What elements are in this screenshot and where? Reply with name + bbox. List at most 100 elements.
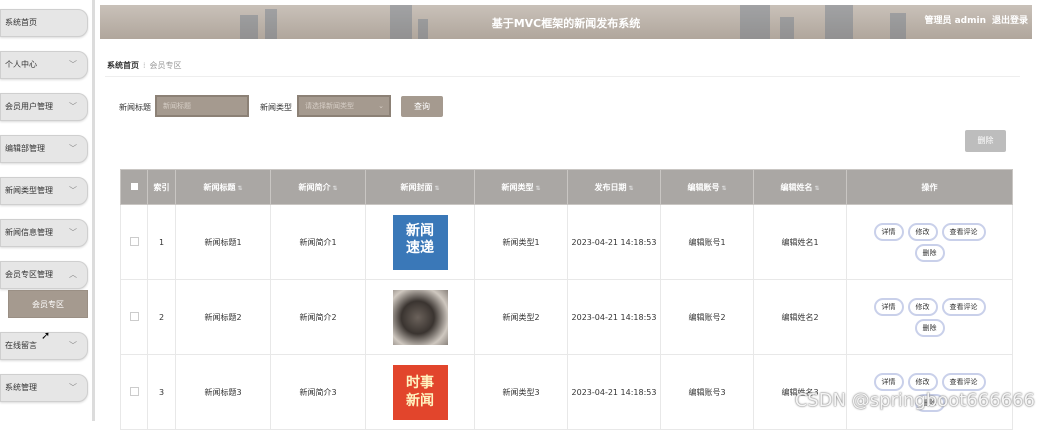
sort-icon[interactable]: ⇅ <box>721 185 726 192</box>
detail-button[interactable]: 详情 <box>873 372 904 391</box>
index-cell: 3 <box>147 354 176 430</box>
user-label: 管理员 admin <box>924 16 986 26</box>
chevron-down-icon: ﹀ <box>69 102 77 111</box>
divider <box>105 76 1020 77</box>
cover-cell: 新闻 速递 <box>365 204 475 280</box>
news-cover-image[interactable] <box>392 289 448 345</box>
row-checkbox[interactable] <box>129 386 139 396</box>
detail-button[interactable]: 详情 <box>873 297 904 316</box>
column-header-label: 发布日期 <box>594 182 627 192</box>
breadcrumb-current: 会员专区 <box>149 61 182 70</box>
breadcrumb: 系统首页 ⁞ 会员专区 <box>107 60 182 71</box>
edit-button[interactable]: 修改 <box>907 297 938 316</box>
chevron-down-icon: ﹀ <box>69 186 77 195</box>
breadcrumb-separator: ⁞ <box>143 61 146 70</box>
table-row: 1 新闻标题1 新闻简介1 新闻 速递 新闻类型1 2023-04-21 14:… <box>120 204 1013 280</box>
column-header[interactable]: 新闻类型 ⇅ <box>474 169 568 205</box>
view-comments-button[interactable]: 查看评论 <box>941 222 986 241</box>
sidebar-item-member-zone[interactable]: 会员专区管理 ︿ <box>0 261 88 289</box>
sidebar-item-label: 个人中心 <box>5 60 37 69</box>
sidebar-item-home[interactable]: 系统首页 <box>0 9 88 37</box>
chevron-down-icon: ﹀ <box>69 341 77 350</box>
sort-icon[interactable]: ⇅ <box>628 185 633 192</box>
column-header[interactable]: 新闻简介 ⇅ <box>270 169 366 205</box>
header-user-area: 管理员 admin 退出登录 <box>918 13 1028 26</box>
sidebar-subitem-member-zone[interactable]: 会员专区 <box>8 290 88 318</box>
table-row: 2 新闻标题2 新闻简介2 新闻类型2 2023-04-21 14:18:53 … <box>120 279 1013 355</box>
sidebar-item-news-types[interactable]: 新闻类型管理 ﹀ <box>0 177 88 205</box>
column-header[interactable]: 发布日期 ⇅ <box>567 169 661 205</box>
view-comments-button[interactable]: 查看评论 <box>941 297 986 316</box>
sidebar-item-label: 编辑部管理 <box>5 144 45 153</box>
sidebar-item-news-info[interactable]: 新闻信息管理 ﹀ <box>0 219 88 247</box>
sort-icon[interactable]: ⇅ <box>332 185 337 192</box>
cover-text: 时事 新闻 <box>406 374 434 409</box>
sidebar-item-label: 系统管理 <box>5 383 37 392</box>
row-checkbox[interactable] <box>129 236 139 246</box>
column-header[interactable]: 新闻标题 ⇅ <box>175 169 271 205</box>
index-cell: 1 <box>147 204 176 280</box>
sidebar-item-personal-center[interactable]: 个人中心 ﹀ <box>0 51 88 79</box>
edit-button[interactable]: 修改 <box>907 222 938 241</box>
logout-link[interactable]: 退出登录 <box>992 16 1028 26</box>
actions-cell: 详情 修改 查看评论删除 <box>846 279 1013 355</box>
type-cell: 新闻类型3 <box>474 354 568 430</box>
row-actions: 详情 修改 查看评论删除 <box>860 222 1000 262</box>
chevron-down-icon: ﹀ <box>69 383 77 392</box>
account-cell: 编辑账号2 <box>660 279 754 355</box>
mouse-cursor-icon: ➚ <box>41 329 51 342</box>
select-all-checkbox[interactable] <box>130 182 138 190</box>
column-header-label: 编辑账号 <box>687 182 720 192</box>
sidebar-item-editorial[interactable]: 编辑部管理 ﹀ <box>0 135 88 163</box>
sidebar: 系统首页 个人中心 ﹀ 会员用户管理 ﹀ 编辑部管理 ﹀ 新闻类型管理 ﹀ 新闻信息管理… <box>0 0 95 421</box>
news-title-label: 新闻标题 <box>119 103 151 112</box>
column-header-label: 新闻封面 <box>400 182 433 192</box>
cover-text: 新闻 速递 <box>406 222 434 256</box>
column-header-label: 操作 <box>921 182 938 192</box>
view-comments-button[interactable]: 查看评论 <box>941 372 986 391</box>
date-cell: 2023-04-21 14:18:53 <box>567 204 661 280</box>
sidebar-item-label: 会员专区管理 <box>5 270 53 279</box>
query-button[interactable]: 查询 <box>401 96 443 117</box>
edit-button[interactable]: 修改 <box>907 372 938 391</box>
column-header[interactable]: 编辑账号 ⇅ <box>660 169 754 205</box>
breadcrumb-home[interactable]: 系统首页 <box>107 61 139 70</box>
sidebar-item-member-users[interactable]: 会员用户管理 ﹀ <box>0 93 88 121</box>
account-cell: 编辑账号3 <box>660 354 754 430</box>
summary-cell: 新闻简介1 <box>270 204 366 280</box>
sidebar-item-label: 新闻类型管理 <box>5 186 53 195</box>
sort-icon[interactable]: ⇅ <box>237 185 242 192</box>
delete-button[interactable]: 删除 <box>914 243 945 262</box>
title-cell: 新闻标题2 <box>175 279 271 355</box>
row-select-cell[interactable] <box>120 279 148 355</box>
summary-cell: 新闻简介3 <box>270 354 366 430</box>
title-cell: 新闻标题1 <box>175 204 271 280</box>
delete-button[interactable]: 删除 <box>914 318 945 337</box>
date-cell: 2023-04-21 14:18:53 <box>567 279 661 355</box>
news-title-input[interactable]: 新闻标题 <box>155 95 249 117</box>
news-cover-image[interactable]: 时事 新闻 <box>392 364 448 420</box>
row-checkbox[interactable] <box>129 311 139 321</box>
sort-icon[interactable]: ⇅ <box>535 185 540 192</box>
batch-delete-button[interactable]: 删除 <box>965 130 1006 152</box>
news-type-select[interactable]: 请选择新闻类型 ⌄ <box>297 95 391 117</box>
sort-icon[interactable]: ⇅ <box>434 185 439 192</box>
header-banner: 基于MVC框架的新闻发布系统 管理员 admin 退出登录 <box>100 5 1032 39</box>
news-cover-image[interactable]: 新闻 速递 <box>392 214 448 270</box>
account-cell: 编辑账号1 <box>660 204 754 280</box>
row-select-cell[interactable] <box>120 354 148 430</box>
column-header: 索引 <box>147 169 176 205</box>
sidebar-item-system[interactable]: 系统管理 ﹀ <box>0 374 88 402</box>
row-select-cell[interactable] <box>120 204 148 280</box>
column-header[interactable]: 编辑姓名 ⇅ <box>753 169 847 205</box>
row-actions: 详情 修改 查看评论删除 <box>860 297 1000 337</box>
chevron-down-icon: ⌄ <box>378 102 384 110</box>
column-header[interactable]: 新闻封面 ⇅ <box>365 169 475 205</box>
title-cell: 新闻标题3 <box>175 354 271 430</box>
sidebar-item-label: 会员用户管理 <box>5 102 53 111</box>
sidebar-item-label: 系统首页 <box>5 18 37 27</box>
select-all-header[interactable] <box>120 169 148 205</box>
sort-icon[interactable]: ⇅ <box>814 185 819 192</box>
chevron-down-icon: ﹀ <box>69 228 77 237</box>
detail-button[interactable]: 详情 <box>873 222 904 241</box>
